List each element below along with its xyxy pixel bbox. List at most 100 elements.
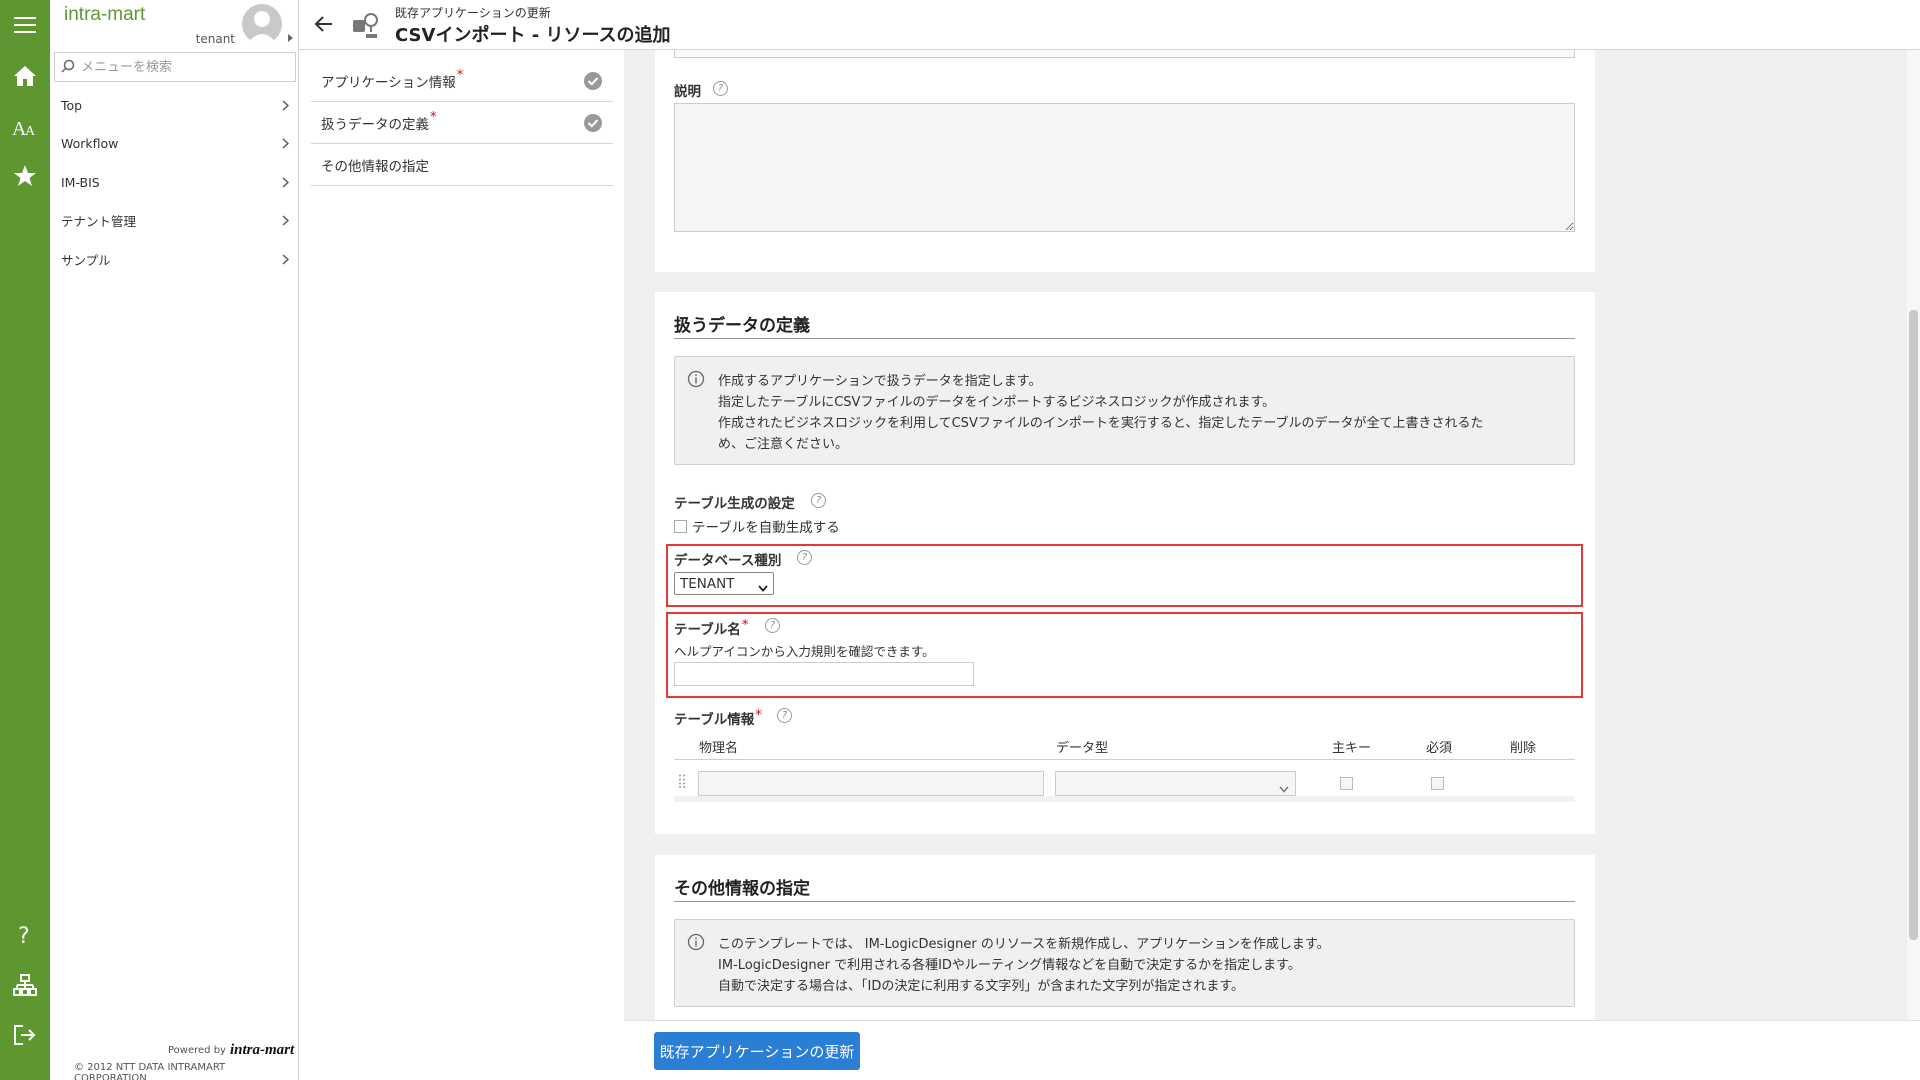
sidebar-item-label: Workflow [61, 135, 119, 151]
help-icon[interactable]: ? [811, 493, 826, 508]
info-box: このテンプレートでは、 IM-LogicDesigner のリソースを新規作成し… [674, 919, 1575, 1007]
footer-bar: 既存アプリケーションの更新 [624, 1020, 1920, 1080]
info-icon [687, 933, 705, 955]
chevron-right-icon [282, 99, 290, 114]
sidebar-item-workflow[interactable]: Workflow [50, 124, 299, 162]
icon-rail: AA ? [0, 0, 50, 1080]
update-application-button[interactable]: 既存アプリケーションの更新 [654, 1032, 860, 1070]
info-text: 指定したテーブルにCSVファイルのデータをインポートするビジネスロジックが作成さ… [718, 395, 1276, 410]
application-info-card: 説明 ? [655, 50, 1595, 272]
page-title: CSVインポート - リソースの追加 [395, 25, 671, 46]
chevron-right-icon [282, 137, 290, 152]
sidebar-item-im-bis[interactable]: IM-BIS [50, 163, 299, 201]
main-content: 説明 ? 扱うデータの定義 作成するアプリケーションで扱うデータを指定します。 … [624, 50, 1907, 1020]
db-type-value: TENANT [680, 575, 735, 592]
column-header: 削除 [1510, 741, 1537, 756]
sidebar-item-label: Top [61, 97, 83, 113]
svg-text:A: A [25, 124, 36, 137]
user-menu-caret-icon[interactable] [288, 34, 293, 42]
section-title: その他情報の指定 [674, 879, 810, 899]
info-icon [687, 370, 705, 392]
table-name-input[interactable] [674, 662, 974, 686]
user-avatar[interactable] [242, 4, 282, 44]
scrollbar[interactable] [1907, 50, 1920, 1020]
search-input[interactable] [81, 53, 293, 81]
auto-generate-option[interactable]: テーブルを自動生成する [674, 516, 840, 536]
required-mark: * [456, 68, 464, 83]
auto-generate-checkbox[interactable] [674, 519, 687, 533]
back-arrow-icon[interactable] [314, 14, 334, 38]
db-type-label: データベース種別 [674, 553, 782, 569]
info-text: め、ご注意ください。 [718, 437, 849, 452]
menu-search [54, 52, 296, 82]
sidebar-item-label: IM-BIS [61, 174, 100, 190]
description-label: 説明 [674, 84, 701, 100]
scrollbar-thumb[interactable] [1909, 310, 1918, 940]
app-root: AA ? intra-mart tenant Top [0, 0, 1920, 1080]
chevron-right-icon [282, 214, 290, 229]
step-label: アプリケーション情報 [321, 74, 456, 91]
sidebar-item-tenant-admin[interactable]: テナント管理 [50, 201, 299, 239]
brand-logo: intra-mart [64, 4, 146, 25]
help-icon[interactable]: ? [777, 708, 792, 723]
help-icon[interactable]: ? [765, 618, 780, 633]
physical-name-input[interactable] [698, 771, 1044, 796]
step-label: その他情報の指定 [321, 158, 429, 175]
column-header: 必須 [1426, 741, 1453, 756]
help-icon[interactable]: ? [797, 550, 812, 565]
svg-text:?: ? [18, 924, 30, 947]
data-definition-card: 扱うデータの定義 作成するアプリケーションで扱うデータを指定します。 指定したテ… [655, 292, 1595, 834]
chevron-right-icon [282, 253, 290, 268]
check-circle-icon [583, 71, 603, 95]
column-header: 物理名 [699, 741, 739, 756]
help-icon[interactable]: ? [0, 910, 50, 960]
primary-key-checkbox[interactable] [1340, 777, 1353, 790]
powered-by-label: Powered by [168, 1045, 226, 1056]
chevron-down-icon [1279, 781, 1289, 797]
section-title: 扱うデータの定義 [674, 316, 810, 336]
info-text: 作成するアプリケーションで扱うデータを指定します。 [718, 374, 1042, 389]
sidebar-item-label: テナント管理 [61, 213, 137, 229]
star-icon[interactable] [0, 151, 50, 201]
column-header: データ型 [1056, 741, 1109, 756]
footer-logo: intra-mart [229, 1042, 295, 1058]
header-subtitle: 既存アプリケーションの更新 [395, 6, 551, 20]
table-row [674, 762, 1575, 802]
tenant-name: tenant [195, 32, 235, 46]
required-mark: * [430, 110, 437, 125]
table-info-header: 物理名 データ型 主キー 必須 削除 [674, 726, 1575, 760]
sidebar-item-sample[interactable]: サンプル [50, 240, 299, 278]
step-data-definition[interactable]: 扱うデータの定義 * [311, 102, 613, 144]
auto-generate-label: テーブルを自動生成する [692, 520, 840, 536]
description-textarea[interactable] [674, 103, 1575, 232]
logout-icon[interactable] [0, 1010, 50, 1060]
step-label: 扱うデータの定義 [321, 116, 429, 133]
sidebar: intra-mart tenant Top Workflow IM-BIS テナ… [50, 0, 299, 1080]
sitemap-icon[interactable] [0, 960, 50, 1010]
copyright: © 2012 NTT DATA INTRAMART CORPORATION [74, 1062, 226, 1080]
help-icon[interactable]: ? [713, 81, 728, 96]
sidebar-item-top[interactable]: Top [50, 86, 299, 124]
info-text: 自動で決定する場合は、「IDの決定に利用する文字列」が含まれた文字列が指定されま… [718, 979, 1245, 994]
other-info-card: その他情報の指定 このテンプレートでは、 IM-LogicDesigner のリ… [655, 855, 1595, 1020]
previous-field-input[interactable] [674, 50, 1575, 58]
application-icon [351, 12, 379, 44]
home-icon[interactable] [0, 51, 50, 101]
db-type-select[interactable]: TENANT [674, 572, 774, 595]
chevron-down-icon [758, 580, 768, 596]
font-icon[interactable]: AA [0, 102, 50, 152]
table-gen-label: テーブル生成の設定 [674, 496, 795, 512]
sidebar-item-label: サンプル [61, 252, 111, 268]
required-checkbox[interactable] [1431, 777, 1444, 790]
page-header: 既存アプリケーションの更新 CSVインポート - リソースの追加 [299, 0, 1920, 50]
drag-handle-icon[interactable] [679, 774, 685, 792]
section-divider [674, 338, 1575, 339]
menu-icon[interactable] [0, 0, 50, 50]
check-circle-icon [583, 113, 603, 137]
table-info-label: テーブル情報* [674, 707, 762, 728]
data-type-select[interactable] [1055, 771, 1296, 796]
powered-by: Powered by intra-mart [168, 1042, 294, 1059]
step-application-info[interactable]: アプリケーション情報 * [311, 60, 613, 102]
step-other-info[interactable]: その他情報の指定 [311, 144, 613, 186]
table-name-hint: ヘルプアイコンから入力規則を確認できます。 [674, 644, 935, 659]
